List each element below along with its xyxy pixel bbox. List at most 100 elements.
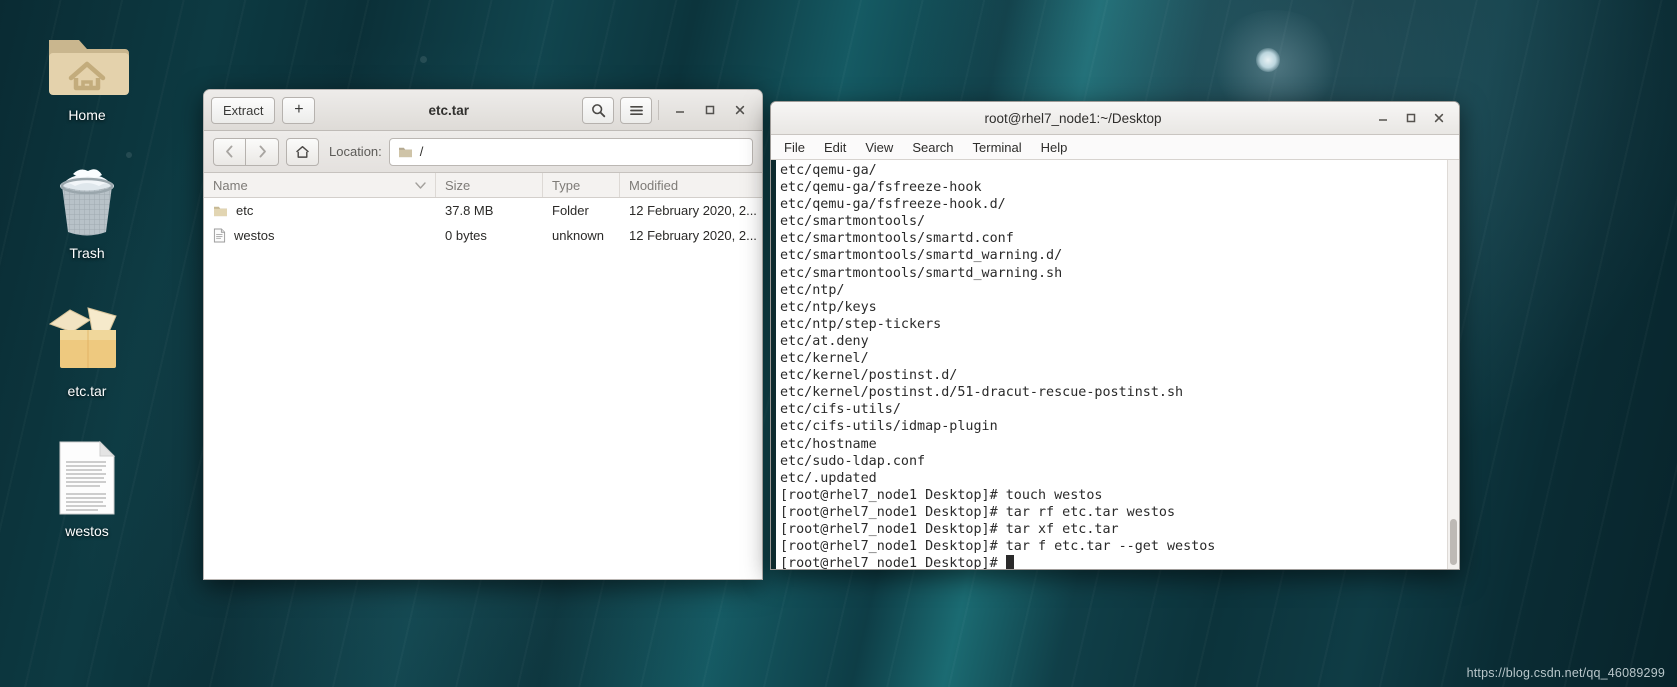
terminal-line: etc/smartmontools/smartd.conf: [780, 231, 1014, 247]
terminal-line: etc/sudo-ldap.conf: [780, 453, 926, 469]
row-name-cell: etc: [204, 203, 436, 218]
text-document-icon: [12, 438, 162, 516]
terminal-output: etc/qemu-ga/etc/qemu-ga/fsfreeze-hook etc…: [776, 160, 1447, 569]
terminal-line: etc/smartmontools/smartd_warning.sh: [780, 265, 1063, 281]
terminal-line: [root@rhel7_node1 Desktop]# tar f etc.ta…: [780, 539, 1216, 555]
terminal-line: etc/qemu-ga/fsfreeze-hook: [780, 180, 982, 196]
table-row[interactable]: etc 37.8 MB Folder 12 February 2020, 2..…: [204, 198, 762, 223]
search-icon[interactable]: [582, 96, 614, 124]
extract-button[interactable]: Extract: [211, 96, 276, 124]
folder-icon: [214, 206, 227, 217]
terminal-line: etc/at.deny: [780, 333, 869, 349]
menu-search[interactable]: Search: [912, 140, 953, 155]
terminal-line: etc/kernel/postinst.d/51-dracut-rescue-p…: [780, 385, 1184, 401]
terminal-line: etc/ntp/step-tickers: [780, 316, 942, 332]
terminal-line: [root@rhel7_node1 Desktop]# tar xf etc.t…: [780, 521, 1119, 537]
row-name-cell: westos: [204, 228, 436, 243]
archive-window-title: etc.tar: [428, 102, 469, 118]
home-folder-icon: [12, 22, 162, 100]
terminal-window: root@rhel7_node1:~/Desktop File Edit Vie…: [770, 101, 1460, 570]
terminal-prompt-line: [root@rhel7_node1 Desktop]#: [780, 555, 1447, 569]
hamburger-menu-icon[interactable]: [620, 96, 652, 124]
add-files-button[interactable]: +: [282, 96, 316, 124]
maximize-icon[interactable]: [1397, 105, 1425, 131]
desktop-icon-westos[interactable]: westos: [12, 438, 162, 539]
minimize-icon[interactable]: [1369, 105, 1397, 131]
maximize-icon[interactable]: [695, 97, 725, 124]
headerbar-separator: [658, 100, 659, 120]
row-size-cell: 37.8 MB: [445, 203, 494, 218]
archive-location-toolbar: Location: /: [204, 131, 762, 173]
terminal-line: etc/kernel/postinst.d/: [780, 368, 958, 384]
row-modified-cell: 12 February 2020, 2...: [629, 228, 757, 243]
wallpaper-speck: [420, 56, 427, 63]
archive-box-icon: [12, 298, 162, 376]
minimize-icon[interactable]: [665, 97, 695, 124]
desktop-icon-home[interactable]: Home: [12, 22, 162, 123]
menu-terminal[interactable]: Terminal: [973, 140, 1022, 155]
terminal-line: etc/smartmontools/: [780, 214, 926, 230]
terminal-window-title: root@rhel7_node1:~/Desktop: [984, 110, 1162, 126]
desktop-icon-label: westos: [65, 523, 109, 539]
menu-edit[interactable]: Edit: [824, 140, 846, 155]
table-row[interactable]: westos 0 bytes unknown 12 February 2020,…: [204, 223, 762, 248]
terminal-line: etc/kernel/: [780, 351, 869, 367]
column-label: Name: [213, 177, 248, 193]
folder-icon: [398, 147, 412, 158]
column-header-size[interactable]: Size: [436, 173, 543, 197]
document-icon: [213, 228, 226, 243]
desktop-icon-label: etc.tar: [67, 383, 107, 399]
menu-help[interactable]: Help: [1041, 140, 1068, 155]
desktop-icon-label: Home: [68, 107, 106, 123]
terminal-headerbar: root@rhel7_node1:~/Desktop: [771, 102, 1459, 135]
wallpaper-light-orb: [1256, 48, 1280, 72]
row-modified-cell: 12 February 2020, 2...: [629, 203, 757, 218]
trash-bin-icon: [12, 160, 162, 238]
terminal-line: etc/ntp/keys: [780, 299, 877, 315]
column-header-type[interactable]: Type: [543, 173, 620, 197]
archive-file-list: etc 37.8 MB Folder 12 February 2020, 2..…: [204, 198, 762, 579]
archive-manager-headerbar: Extract + etc.tar: [204, 90, 762, 131]
desktop-icon-etc-tar[interactable]: etc.tar: [12, 298, 162, 399]
sort-descending-icon: [415, 181, 426, 189]
desktop-icon-trash[interactable]: Trash: [12, 160, 162, 261]
terminal-body[interactable]: etc/qemu-ga/etc/qemu-ga/fsfreeze-hook etc…: [771, 160, 1459, 569]
archive-column-headers: Name Size Type Modified: [204, 173, 762, 198]
column-header-modified[interactable]: Modified: [620, 173, 762, 197]
chevron-left-icon[interactable]: [213, 137, 246, 166]
home-icon[interactable]: [286, 137, 319, 166]
terminal-line: etc/qemu-ga/: [780, 163, 877, 178]
terminal-cursor: [1005, 555, 1014, 569]
chevron-right-icon[interactable]: [246, 137, 279, 166]
navigation-buttons: [213, 137, 279, 166]
location-path-value: /: [419, 144, 424, 159]
desktop-icon-label: Trash: [69, 245, 105, 261]
terminal-line: etc/qemu-ga/fsfreeze-hook.d/: [780, 197, 1006, 213]
terminal-line: [root@rhel7_node1 Desktop]# touch westos: [780, 487, 1103, 503]
row-type-cell: Folder: [552, 203, 589, 218]
row-name-text: etc: [236, 203, 254, 218]
archive-manager-window: Extract + etc.tar Location: / Name Size …: [203, 89, 763, 580]
terminal-scrollbar[interactable]: [1447, 160, 1459, 569]
terminal-line: etc/.updated: [780, 470, 877, 486]
terminal-menubar: File Edit View Search Terminal Help: [771, 135, 1459, 160]
terminal-scrollbar-thumb[interactable]: [1450, 519, 1457, 565]
terminal-line: etc/ntp/: [780, 282, 845, 298]
close-icon[interactable]: [725, 97, 755, 124]
terminal-line: etc/cifs-utils/: [780, 402, 901, 418]
row-type-cell: unknown: [552, 228, 605, 243]
watermark-url: https://blog.csdn.net/qq_46089299: [1466, 666, 1665, 680]
menu-file[interactable]: File: [784, 140, 805, 155]
location-input[interactable]: /: [388, 137, 753, 166]
terminal-line: etc/cifs-utils/idmap-plugin: [780, 419, 998, 435]
terminal-line: etc/hostname: [780, 436, 877, 452]
column-header-name[interactable]: Name: [204, 173, 436, 197]
menu-view[interactable]: View: [865, 140, 893, 155]
terminal-line: [root@rhel7_node1 Desktop]# tar rf etc.t…: [780, 504, 1176, 520]
row-size-cell: 0 bytes: [445, 228, 487, 243]
terminal-line: etc/smartmontools/smartd_warning.d/: [780, 248, 1063, 264]
close-icon[interactable]: [1425, 105, 1453, 131]
location-label: Location:: [329, 144, 382, 159]
wallpaper-speck: [126, 152, 132, 158]
row-name-text: westos: [234, 228, 275, 243]
